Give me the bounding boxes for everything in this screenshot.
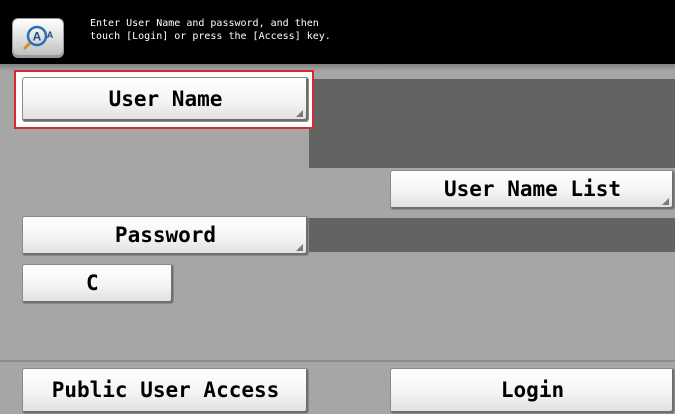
clear-button-label: C [86,270,99,295]
corner-mark [662,198,669,205]
divider-line [0,360,675,362]
login-button[interactable]: Login [390,368,675,414]
login-button-label: Login [500,377,565,402]
user-name-button-label: User Name [108,86,223,111]
user-name-field[interactable] [309,79,675,168]
user-name-list-button[interactable]: User Name List [390,170,675,210]
public-user-access-button[interactable]: Public User Access [22,368,309,414]
accessibility-icon[interactable]: A A [12,18,64,58]
user-name-button[interactable]: User Name [22,77,309,122]
user-name-list-label: User Name List [443,176,621,201]
password-field[interactable] [309,218,675,252]
clear-button[interactable]: C [22,264,174,304]
password-button-label: Password [114,222,217,247]
public-user-access-label: Public User Access [51,377,280,402]
header-bar: A A Enter User Name and password, and th… [0,0,675,64]
corner-mark [296,244,303,251]
password-button[interactable]: Password [22,216,309,256]
svg-text:A: A [47,30,54,40]
instruction-line-1: Enter User Name and password, and then [90,18,319,29]
corner-mark [296,110,303,117]
svg-text:A: A [33,30,42,44]
instruction-message: Enter User Name and password, and then t… [90,17,490,43]
instruction-line-2: touch [Login] or press the [Access] key. [90,31,331,42]
